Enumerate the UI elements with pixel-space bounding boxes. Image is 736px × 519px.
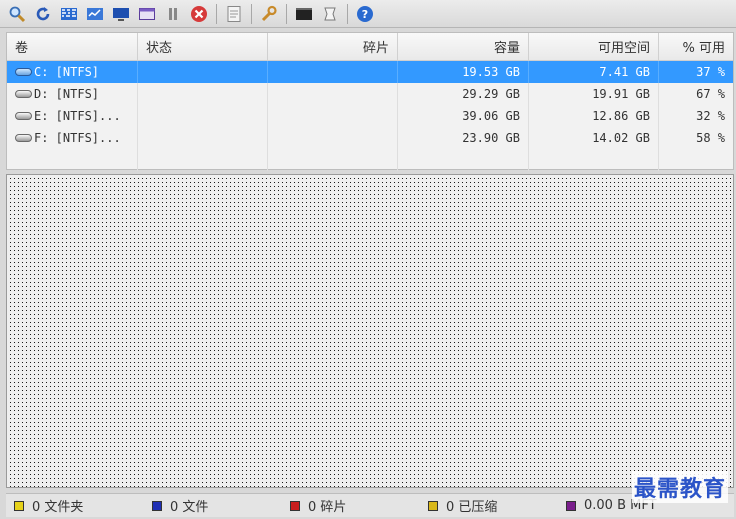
volume-capacity-cell: 19.53 GB — [398, 61, 529, 83]
analyze-icon[interactable] — [84, 3, 106, 25]
legend-item-compressed: 0 已压缩 — [420, 496, 558, 515]
toolbar-separator — [286, 3, 287, 24]
volume-name: D: [NTFS] — [34, 87, 100, 101]
volume-name-cell: F: [NTFS]... — [7, 127, 138, 149]
volume-status-cell — [138, 105, 268, 127]
toolbar: ? — [0, 0, 736, 28]
watermark-logo: 最需教育 — [631, 471, 728, 503]
volume-percent-cell: 37 % — [696, 65, 725, 79]
legend-item-fragments: 0 碎片 — [282, 496, 420, 515]
volume-row-f[interactable]: F: [NTFS]... 23.90 GB 14.02 GB 58 % — [7, 127, 733, 149]
volume-percent-cell: 67 % — [696, 87, 725, 101]
volume-fragmentation-cell — [268, 61, 398, 83]
toolbar-separator — [216, 3, 217, 24]
volume-row-d[interactable]: D: [NTFS] 29.29 GB 19.91 GB 67 % — [7, 83, 733, 105]
disk-cluster-map[interactable] — [6, 174, 734, 488]
volume-name: C: [NTFS] — [34, 65, 100, 79]
column-header-fragmentation[interactable]: 碎片 — [268, 33, 398, 60]
legend-swatch — [566, 500, 576, 511]
refresh-icon[interactable] — [32, 3, 54, 25]
volume-row-c[interactable]: C: [NTFS] 19.53 GB 7.41 GB 37 % — [7, 61, 733, 83]
window-icon[interactable] — [136, 3, 158, 25]
volume-name-cell: C: [NTFS] — [7, 61, 138, 83]
legend-label: 0 文件夹 — [32, 500, 84, 515]
legend-swatch — [152, 500, 162, 511]
drive-icon — [15, 112, 32, 120]
legend-item-files: 0 文件 — [144, 496, 282, 515]
volume-status-cell — [138, 83, 268, 105]
volume-row-empty — [7, 149, 733, 171]
volume-free-cell: 19.91 GB — [529, 83, 659, 105]
script-icon[interactable] — [319, 3, 341, 25]
report-icon[interactable] — [223, 3, 245, 25]
volume-capacity-cell: 39.06 GB — [398, 105, 529, 127]
legend-item-folders: 0 文件夹 — [6, 496, 144, 515]
volume-capacity-cell: 23.90 GB — [398, 127, 529, 149]
settings-icon[interactable] — [258, 3, 280, 25]
drive-icon — [15, 134, 32, 142]
volume-status-cell — [138, 127, 268, 149]
volume-fragmentation-cell — [268, 105, 398, 127]
volume-fragmentation-cell — [268, 83, 398, 105]
volume-table: 卷 状态 碎片 容量 可用空间 % 可用 C: [NTFS] 19.53 GB … — [6, 32, 734, 171]
svg-text:?: ? — [362, 8, 368, 21]
help-icon[interactable]: ? — [354, 3, 376, 25]
toolbar-separator — [251, 3, 252, 24]
legend-swatch — [428, 500, 438, 511]
monitor-icon[interactable] — [110, 3, 132, 25]
volume-percent-cell: 58 % — [696, 131, 725, 145]
legend-swatch — [290, 500, 300, 511]
volume-row-e[interactable]: E: [NTFS]... 39.06 GB 12.86 GB 32 % — [7, 105, 733, 127]
console-icon[interactable] — [293, 3, 315, 25]
legend-bar: 0 文件夹 0 文件 0 碎片 0 已压缩 0.00 B MFT — [6, 493, 734, 517]
volume-status-cell — [138, 61, 268, 83]
column-header-free-space[interactable]: 可用空间 — [529, 33, 659, 60]
drive-icon — [15, 90, 32, 98]
legend-label: 0 文件 — [170, 500, 209, 515]
volume-name-cell: E: [NTFS]... — [7, 105, 138, 127]
volume-capacity-cell: 29.29 GB — [398, 83, 529, 105]
column-header-capacity[interactable]: 容量 — [398, 33, 529, 60]
defrag-icon[interactable] — [58, 3, 80, 25]
drive-icon — [15, 68, 32, 76]
stop-icon[interactable] — [188, 3, 210, 25]
search-icon[interactable] — [6, 3, 28, 25]
toolbar-separator — [347, 3, 348, 24]
column-header-percent-free[interactable]: % 可用 — [659, 33, 733, 60]
legend-swatch — [14, 500, 24, 511]
volume-name: F: [NTFS]... — [34, 131, 121, 145]
column-header-volume[interactable]: 卷 — [7, 33, 138, 60]
pause-icon[interactable] — [162, 3, 184, 25]
column-header-status[interactable]: 状态 — [138, 33, 268, 60]
volume-free-cell: 7.41 GB — [529, 61, 659, 83]
volume-name-cell: D: [NTFS] — [7, 83, 138, 105]
volume-fragmentation-cell — [268, 127, 398, 149]
legend-label: 0 已压缩 — [446, 500, 498, 515]
legend-label: 0 碎片 — [308, 500, 347, 515]
volume-percent-cell: 32 % — [696, 109, 725, 123]
volume-table-header: 卷 状态 碎片 容量 可用空间 % 可用 — [7, 33, 733, 61]
volume-free-cell: 14.02 GB — [529, 127, 659, 149]
volume-free-cell: 12.86 GB — [529, 105, 659, 127]
volume-name: E: [NTFS]... — [34, 109, 121, 123]
